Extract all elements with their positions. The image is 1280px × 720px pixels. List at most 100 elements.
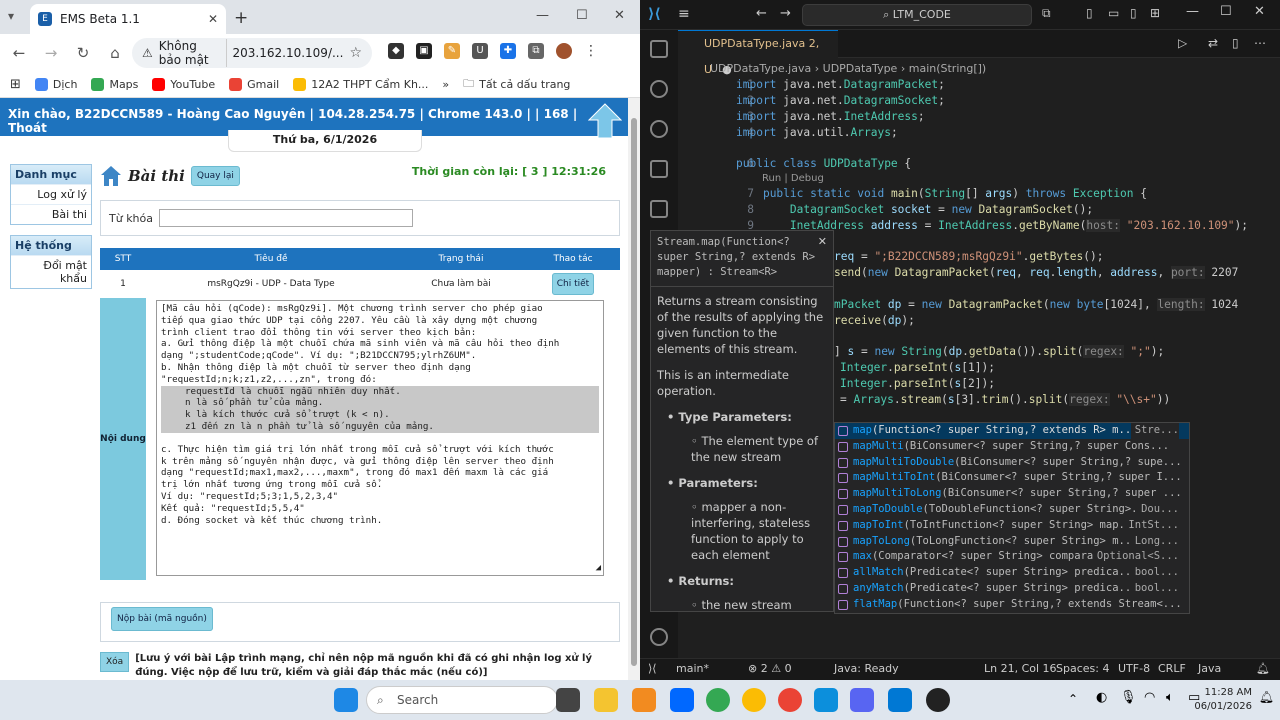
suggestion-item[interactable]: mapMultiToInt(BiConsumer<? super String,… xyxy=(835,470,1189,486)
tray-app-icon[interactable]: ◐ xyxy=(1096,690,1107,705)
address-bar[interactable]: ⚠ Không bảo mật 203.162.10.109/... ☆ xyxy=(132,38,372,68)
back-button[interactable]: Quay lại xyxy=(190,166,240,186)
suggestion-item[interactable]: flatMap(Function<? super String,? extend… xyxy=(835,597,1189,613)
suggestion-item[interactable]: anyMatch(Predicate<? super String> predi… xyxy=(835,580,1189,597)
split-editor-icon[interactable]: ▯ xyxy=(1232,36,1239,50)
git-branch[interactable]: main* xyxy=(676,662,709,675)
settings-gear-icon[interactable] xyxy=(650,628,668,646)
autocomplete-suggestions[interactable]: map(Function<? super String,? extends R>… xyxy=(834,422,1190,614)
compare-icon[interactable]: ⇄ xyxy=(1208,36,1218,50)
url-text[interactable]: 203.162.10.109/... xyxy=(233,46,344,60)
taskbar-search[interactable]: ⌕ Search xyxy=(366,686,558,714)
command-center-search[interactable]: ⌕ LTM_CODE xyxy=(802,4,1032,26)
task-view-icon[interactable] xyxy=(556,688,580,712)
scrollbar-thumb[interactable] xyxy=(631,118,637,666)
sidebar-item-exam[interactable]: Bài thi xyxy=(11,204,91,224)
breadcrumb-method[interactable]: main(String[]) xyxy=(909,62,986,75)
sidebar-item-change-password[interactable]: Đổi mật khẩu xyxy=(11,255,91,288)
bookmark-dich[interactable]: Dịch xyxy=(34,78,77,91)
bookmark-youtube[interactable]: YouTube xyxy=(152,78,215,91)
detail-button[interactable]: Chi tiết xyxy=(551,273,595,295)
suggestion-item[interactable]: max(Comparator<? super String> compara..… xyxy=(835,549,1189,566)
sidebar-item-log[interactable]: Log xử lý xyxy=(11,184,91,204)
forward-icon[interactable]: → xyxy=(40,44,62,62)
app-dark-icon[interactable] xyxy=(926,688,950,712)
vscode-taskbar-icon[interactable] xyxy=(888,688,912,712)
apps-grid-icon[interactable]: ⊞ xyxy=(10,77,21,92)
vscode-close-icon[interactable]: ✕ xyxy=(1254,4,1265,19)
question-content-textarea[interactable]: [Mã câu hỏi (qCode): msRgQz9i]. Một chươ… xyxy=(156,300,604,576)
reload-icon[interactable]: ↻ xyxy=(72,44,94,62)
scroll-top-arrow-icon[interactable] xyxy=(588,102,622,140)
chrome-profile2-icon[interactable] xyxy=(778,688,802,712)
submit-code-button[interactable]: Nộp bài (mã nguồn) xyxy=(111,607,213,631)
menu-kebab-icon[interactable]: ⋮ xyxy=(584,43,598,59)
zalo-icon[interactable] xyxy=(670,688,694,712)
bookmark-12a2[interactable]: 12A2 THPT Cẩm Kh... xyxy=(293,78,428,91)
all-bookmarks[interactable]: 🗀 Tất cả dấu trang xyxy=(463,75,570,94)
tab-search-icon[interactable]: ▾ xyxy=(8,9,14,23)
close-window-icon[interactable]: ✕ xyxy=(614,8,625,23)
volume-icon[interactable]: 🔈︎ xyxy=(1166,690,1174,705)
explorer-icon[interactable] xyxy=(650,40,668,58)
layout-sidebar-icon[interactable]: ▯ xyxy=(1086,6,1093,20)
suggestion-item[interactable]: allMatch(Predicate<? super String> predi… xyxy=(835,565,1189,581)
keyword-input[interactable] xyxy=(159,209,413,227)
discord-icon[interactable] xyxy=(850,688,874,712)
breadcrumb-class[interactable]: UDPDataType xyxy=(823,62,898,75)
chrome-profile-icon[interactable] xyxy=(742,688,766,712)
suggestion-item[interactable]: mapToDouble(ToDoubleFunction<? super Str… xyxy=(835,501,1189,518)
tray-chevron-icon[interactable]: ⌃ xyxy=(1068,692,1078,706)
suggestion-item[interactable]: mapMultiToDouble(BiConsumer<? super Stri… xyxy=(835,455,1189,471)
suggestion-item[interactable]: mapToInt(ToIntFunction<? super String> m… xyxy=(835,517,1189,534)
extension-icon-4[interactable]: U xyxy=(472,43,488,59)
nav-forward-icon[interactable]: → xyxy=(780,6,791,21)
security-label[interactable]: Không bảo mật xyxy=(159,39,227,67)
layout-customize-icon[interactable]: ⊞ xyxy=(1150,6,1160,20)
vscode-maximize-icon[interactable]: ☐ xyxy=(1220,4,1232,19)
extension-icon-2[interactable]: ▣ xyxy=(416,43,432,59)
run-debug-icon[interactable] xyxy=(650,160,668,178)
suggestion-item[interactable]: mapMulti(BiConsumer<? super String,? sup… xyxy=(835,439,1189,455)
nav-back-icon[interactable]: ← xyxy=(756,6,767,21)
remote-icon[interactable]: ⟩⟨ xyxy=(648,662,657,675)
menu-hamburger-icon[interactable]: ≡ xyxy=(678,6,690,22)
browser-tab[interactable]: E EMS Beta 1.1 ✕ xyxy=(30,4,226,34)
extensions-puzzle-icon[interactable]: ✚ xyxy=(500,43,516,59)
codelens[interactable]: Run | Debug xyxy=(762,173,824,184)
encoding[interactable]: UTF-8 xyxy=(1118,662,1150,675)
more-bookmarks-icon[interactable]: » xyxy=(442,78,449,91)
problems-count[interactable]: ⊗ 2 ⚠ 0 xyxy=(748,662,792,675)
run-java-icon[interactable]: ▷ xyxy=(1178,36,1187,50)
back-icon[interactable]: ← xyxy=(8,44,30,62)
search-view-icon[interactable] xyxy=(650,80,668,98)
file-explorer-icon[interactable] xyxy=(594,688,618,712)
start-windows-icon[interactable] xyxy=(334,688,358,712)
edge-icon[interactable] xyxy=(814,688,838,712)
bookmark-gmail[interactable]: Gmail xyxy=(229,78,279,91)
source-control-icon[interactable] xyxy=(650,120,668,138)
extension-icon-3[interactable]: ✎ xyxy=(444,43,460,59)
bookmark-maps[interactable]: Maps xyxy=(91,78,138,91)
clear-button[interactable]: Xóa xyxy=(100,652,130,672)
tab-groups-icon[interactable]: ⧉ xyxy=(528,43,544,59)
maximize-icon[interactable]: ☐ xyxy=(576,8,588,23)
layout-secondary-icon[interactable]: ▯ xyxy=(1130,6,1137,20)
suggestion-item[interactable]: map(Function<? super String,? extends R>… xyxy=(835,423,1189,439)
close-tab-icon[interactable]: ✕ xyxy=(208,12,218,26)
chrome-icon[interactable] xyxy=(706,688,730,712)
layout-panel-icon[interactable]: ▭ xyxy=(1108,6,1119,20)
microphone-icon[interactable]: 🎙︎ xyxy=(1120,690,1137,705)
extension-icon-1[interactable]: ◆ xyxy=(388,43,404,59)
cursor-position[interactable]: Ln 21, Col 16 xyxy=(984,662,1057,675)
eol[interactable]: CRLF xyxy=(1158,662,1186,675)
vscode-minimize-icon[interactable]: — xyxy=(1186,4,1199,19)
resize-handle-icon[interactable]: ◢ xyxy=(596,563,601,575)
editor-tab-udpdatatype[interactable]: UDPDataType.java 2, U ● xyxy=(678,30,838,76)
breadcrumb-file[interactable]: UDPDataType.java xyxy=(710,62,811,75)
language-mode[interactable]: Java xyxy=(1198,662,1221,675)
suggestion-item[interactable]: mapToLong(ToLongFunction<? super String>… xyxy=(835,533,1189,550)
minimize-icon[interactable]: — xyxy=(536,8,549,23)
close-hover-icon[interactable]: ✕ xyxy=(818,234,827,250)
notifications-bell-icon[interactable]: 🔔︎ xyxy=(1256,662,1270,675)
